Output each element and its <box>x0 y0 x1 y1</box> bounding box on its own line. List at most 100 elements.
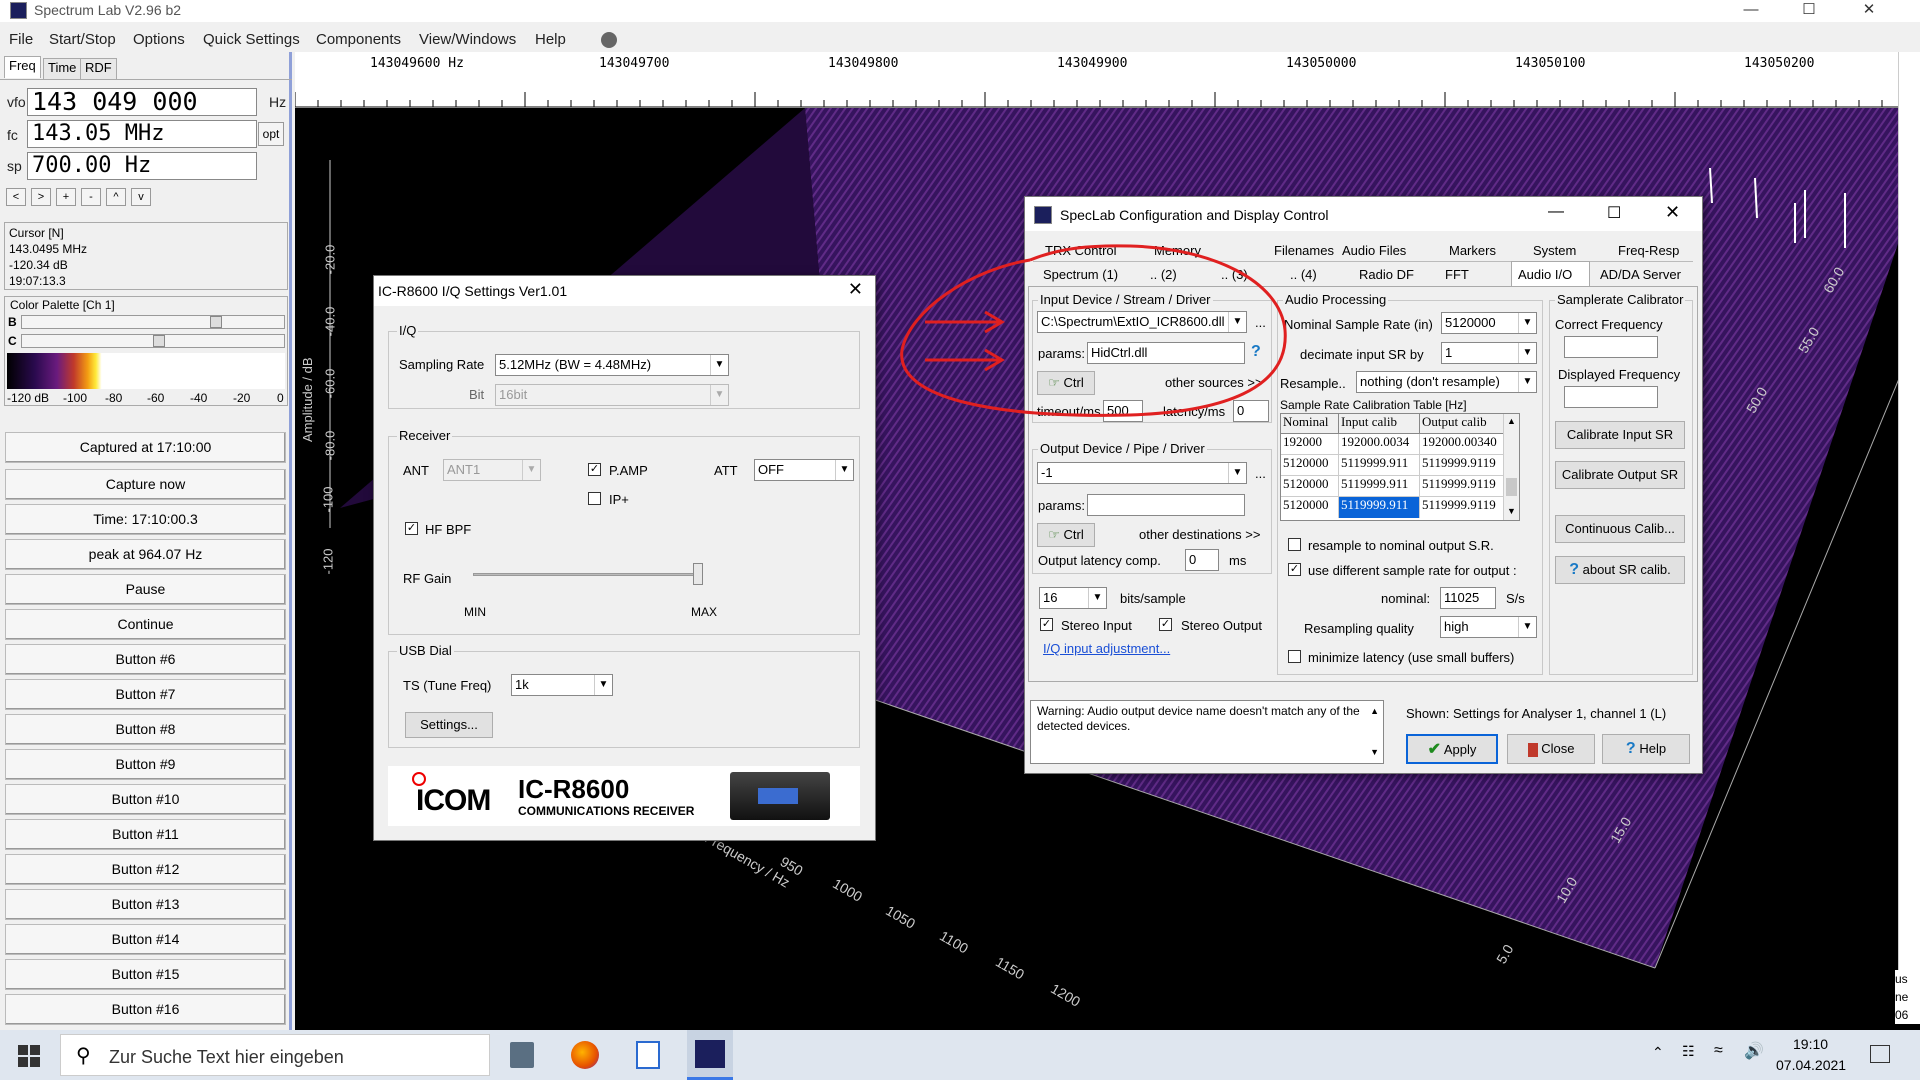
tab-freq-resp[interactable]: Freq-Resp <box>1618 243 1679 258</box>
tab-freq[interactable]: Freq <box>4 56 41 78</box>
button-13[interactable]: Button #13 <box>5 889 286 920</box>
button-16[interactable]: Button #16 <box>5 994 286 1025</box>
button-10[interactable]: Button #10 <box>5 784 286 815</box>
speclab-minimize-icon[interactable]: — <box>1548 203 1564 221</box>
menu-options[interactable]: Options <box>133 31 185 48</box>
scroll-down-icon[interactable]: ▼ <box>1370 745 1379 760</box>
ts-select[interactable]: 1k ▼ <box>511 674 613 696</box>
network-icon[interactable]: ☷ <box>1682 1043 1695 1060</box>
taskbar-time[interactable]: 19:10 <box>1793 1036 1828 1052</box>
sampling-rate-select[interactable]: 5.12MHz (BW = 4.48MHz) ▼ <box>495 354 729 376</box>
button-9[interactable]: Button #9 <box>5 749 286 780</box>
nominal-output-input[interactable]: 11025 <box>1440 587 1496 609</box>
out-latency-input[interactable]: 0 <box>1185 549 1219 571</box>
notepad-icon[interactable] <box>636 1041 660 1069</box>
nav-plus-button[interactable]: + <box>56 188 76 206</box>
brightness-slider[interactable] <box>21 315 285 329</box>
wifi-icon[interactable]: ≈ <box>1714 1042 1723 1060</box>
firefox-icon[interactable] <box>571 1041 599 1069</box>
minimize-latency-checkbox[interactable] <box>1288 650 1301 663</box>
captured-button[interactable]: Captured at 17:10:00 <box>5 432 286 463</box>
tab-markers[interactable]: Markers <box>1449 243 1496 258</box>
rfgain-thumb[interactable] <box>693 563 703 585</box>
displayed-freq-input[interactable] <box>1564 386 1658 408</box>
speclab-close-icon[interactable]: ✕ <box>1665 202 1680 223</box>
tab-adda-server[interactable]: AD/DA Server <box>1600 267 1681 282</box>
resampling-quality-select[interactable]: high ▼ <box>1440 616 1537 638</box>
out-params-input[interactable] <box>1087 494 1245 516</box>
calculator-icon[interactable] <box>510 1042 534 1068</box>
output-device-more[interactable]: ... <box>1255 466 1266 481</box>
button-14[interactable]: Button #14 <box>5 924 286 955</box>
nav-left-button[interactable]: < <box>6 188 26 206</box>
brightness-thumb[interactable] <box>210 316 222 328</box>
menu-view-windows[interactable]: View/Windows <box>419 31 516 48</box>
icr8600-close-icon[interactable]: ✕ <box>848 279 863 300</box>
diff-rate-checkbox[interactable]: ✓ <box>1288 563 1301 576</box>
nav-right-button[interactable]: > <box>31 188 51 206</box>
rfgain-slider[interactable] <box>473 573 703 576</box>
close-button[interactable]: ✕ <box>1846 0 1892 22</box>
tab-time[interactable]: Time <box>43 58 82 80</box>
decimate-select[interactable]: 1 ▼ <box>1441 342 1537 364</box>
contrast-slider[interactable] <box>21 334 285 348</box>
about-sr-calib-button[interactable]: ? about SR calib. <box>1555 556 1685 584</box>
speaker-icon[interactable]: 🔊 <box>1744 1041 1764 1061</box>
other-destinations-link[interactable]: other destinations >> <box>1139 527 1260 542</box>
hfbpf-checkbox[interactable]: ✓ <box>405 522 418 535</box>
button-6[interactable]: Button #6 <box>5 644 286 675</box>
nav-up-button[interactable]: ^ <box>106 188 126 206</box>
continue-button[interactable]: Continue <box>5 609 286 640</box>
tab-system[interactable]: System <box>1533 243 1576 258</box>
button-15[interactable]: Button #15 <box>5 959 286 990</box>
output-device-select[interactable]: -1 ▼ <box>1037 462 1247 484</box>
button-12[interactable]: Button #12 <box>5 854 286 885</box>
speclab-maximize-icon[interactable]: ☐ <box>1607 203 1621 223</box>
tab-radio-df[interactable]: Radio DF <box>1359 267 1414 282</box>
vfo-field[interactable]: 143 049 000 <box>27 88 257 116</box>
contrast-thumb[interactable] <box>153 335 165 347</box>
button-8[interactable]: Button #8 <box>5 714 286 745</box>
minimize-button[interactable]: — <box>1728 0 1774 22</box>
menu-file[interactable]: File <box>9 31 33 48</box>
apply-button[interactable]: ✔ Apply <box>1406 734 1498 764</box>
menu-help[interactable]: Help <box>535 31 566 48</box>
scroll-up-icon[interactable]: ▲ <box>1370 704 1379 719</box>
button-11[interactable]: Button #11 <box>5 819 286 850</box>
calib-table[interactable]: Nominal Input calib Output calib 192000 … <box>1280 413 1520 521</box>
pamp-checkbox[interactable]: ✓ <box>588 463 601 476</box>
maximize-button[interactable]: ☐ <box>1786 0 1832 22</box>
nominal-sr-select[interactable]: 5120000 ▼ <box>1441 312 1537 334</box>
pause-button[interactable]: Pause <box>5 574 286 605</box>
tab-rdf[interactable]: RDF <box>80 58 117 80</box>
resample-nominal-checkbox[interactable] <box>1288 538 1301 551</box>
fc-field[interactable]: 143.05 MHz <box>27 120 257 148</box>
calibrate-input-button[interactable]: Calibrate Input SR <box>1555 421 1685 449</box>
tab-audio-io[interactable]: Audio I/O <box>1511 261 1590 286</box>
sp-field[interactable]: 700.00 Hz <box>27 152 257 180</box>
bit-select[interactable]: 16bit ▼ <box>495 384 729 406</box>
fc-opt-button[interactable]: opt <box>258 122 284 146</box>
menu-start-stop[interactable]: Start/Stop <box>49 31 116 48</box>
tab-fft[interactable]: FFT <box>1445 267 1469 282</box>
windows-start-icon[interactable] <box>18 1045 40 1067</box>
spectrum-lab-taskbar-item[interactable] <box>687 1030 733 1080</box>
notification-icon[interactable] <box>1870 1045 1890 1063</box>
nav-down-button[interactable]: v <box>131 188 151 206</box>
button-7[interactable]: Button #7 <box>5 679 286 710</box>
vertical-scrollbar[interactable] <box>1898 52 1920 970</box>
calib-table-scrollbar[interactable]: ▲ ▼ <box>1503 414 1519 520</box>
att-select[interactable]: OFF ▼ <box>754 459 854 481</box>
iq-adjustment-link[interactable]: I/Q input adjustment... <box>1043 641 1170 656</box>
menu-components[interactable]: Components <box>316 31 401 48</box>
table-row[interactable]: 192000 192000.0034 192000.00340 <box>1281 434 1519 455</box>
menu-quick-settings[interactable]: Quick Settings <box>203 31 300 48</box>
settings-button[interactable]: Settings... <box>405 712 493 738</box>
calibrate-output-button[interactable]: Calibrate Output SR <box>1555 461 1685 489</box>
output-ctrl-button[interactable]: ☞ Ctrl <box>1037 523 1095 547</box>
stereo-output-checkbox[interactable]: ✓ <box>1159 618 1172 631</box>
taskbar-search[interactable]: ⚲ Zur Suche Text hier eingeben <box>60 1034 490 1076</box>
table-row[interactable]: 5120000 5119999.911 5119999.9119 <box>1281 497 1519 518</box>
table-row[interactable]: 5120000 5119999.911 5119999.9119 <box>1281 455 1519 476</box>
bits-select[interactable]: 16 ▼ <box>1039 587 1107 609</box>
